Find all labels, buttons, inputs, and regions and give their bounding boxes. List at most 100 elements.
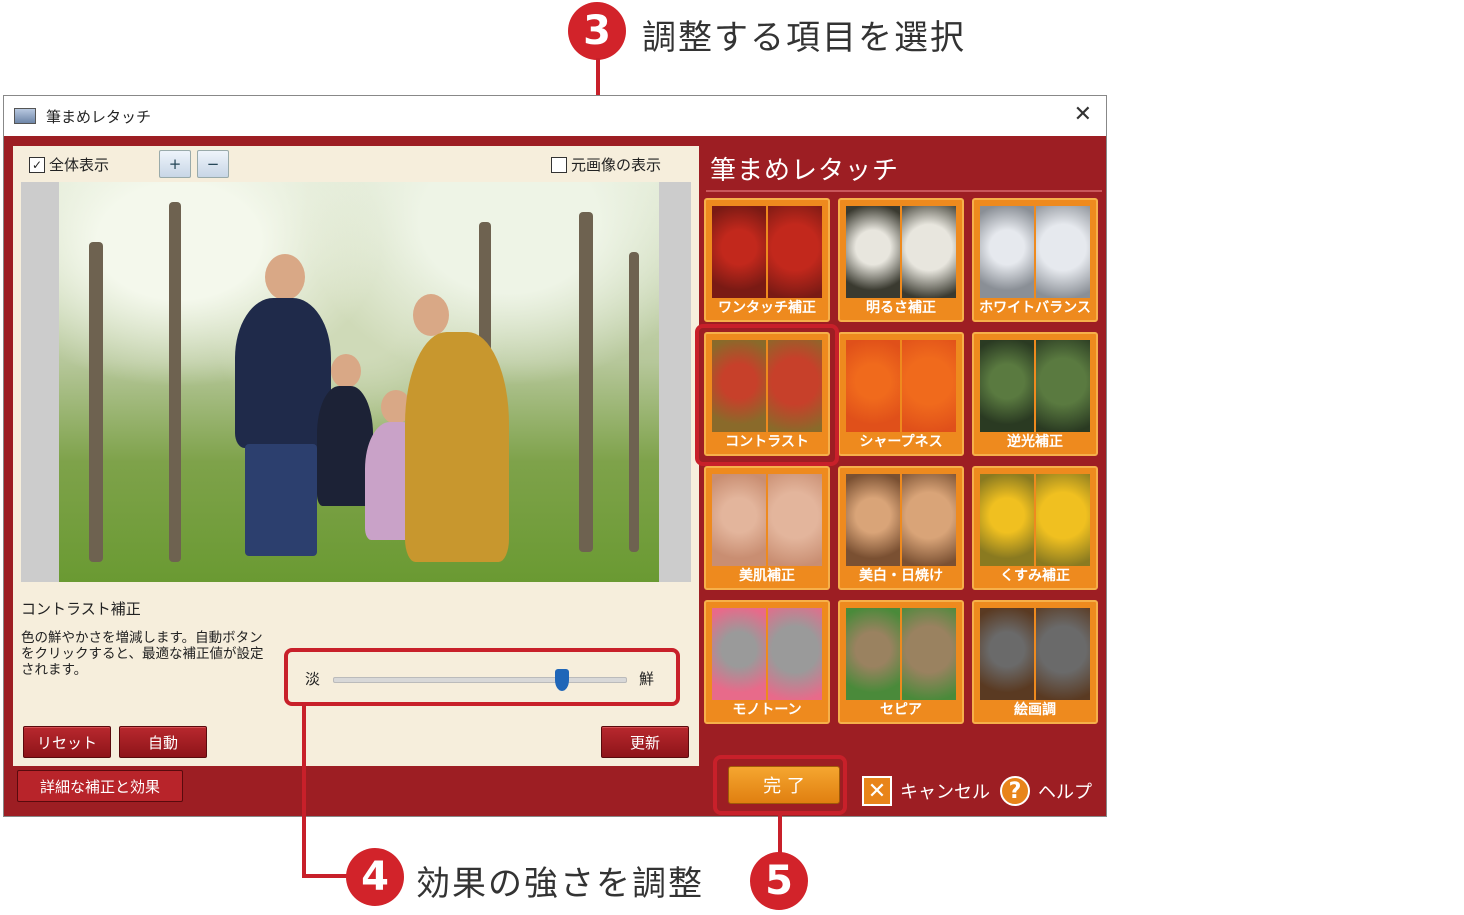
title-divider [706, 190, 1102, 192]
zoom-in-icon: + [168, 155, 182, 173]
sunflower-thumb-icon [980, 474, 1090, 566]
tile-label: 美白・日焼け [859, 568, 943, 584]
zoom-in-button[interactable]: + [159, 150, 191, 178]
callout-3-number: 3 [568, 2, 626, 60]
zoom-out-icon: − [206, 155, 220, 173]
app-icon [14, 108, 36, 124]
detail-effects-button[interactable]: 詳細な補正と効果 [17, 770, 183, 802]
show-original-label: 元画像の表示 [571, 156, 662, 174]
correction-description: 色の鮮やかさを増減します。自動ボタンをクリックすると、最適な補正値が設定されます… [21, 630, 264, 678]
thumb-after [902, 340, 956, 432]
person-head [413, 294, 449, 336]
help-label: ヘルプ [1038, 782, 1092, 803]
tile-label: 絵画調 [1014, 702, 1056, 718]
strawberry-thumb-icon [712, 206, 822, 298]
tile-label: 逆光補正 [1007, 434, 1063, 450]
tile-sunflower[interactable]: くすみ補正 [972, 466, 1098, 590]
tile-boy-face[interactable]: 美白・日焼け [838, 466, 964, 590]
callout-5-leader-v [778, 815, 782, 855]
photo-preview-area [21, 182, 691, 582]
show-original-checkbox[interactable]: 元画像の表示 [551, 154, 661, 175]
tile-label: ワンタッチ補正 [718, 300, 816, 316]
thumb-before [846, 474, 900, 566]
tile-label: モノトーン [732, 702, 802, 718]
thumb-before [846, 340, 900, 432]
tree-trunk [169, 202, 181, 562]
tree-trunk [89, 242, 103, 562]
window-title: 筆まめレタッチ [46, 107, 152, 126]
correction-title: コントラスト補正 [21, 600, 141, 618]
checkbox-checked-icon: ✓ [29, 156, 45, 173]
callout-4-number: 4 [346, 848, 404, 906]
tile-waterwheel[interactable]: 絵画調 [972, 600, 1098, 724]
thumb-after [902, 608, 956, 700]
cancel-button[interactable]: ✕ キャンセル [862, 776, 990, 806]
update-button[interactable]: 更新 [601, 726, 689, 758]
thumb-before [846, 206, 900, 298]
leaf-thumb-icon [980, 340, 1090, 432]
callout-3-text: 調整する項目を選択 [642, 18, 966, 58]
help-button[interactable]: ? ヘルプ [1000, 776, 1092, 806]
show-all-label: 全体表示 [49, 156, 110, 174]
woman-face-thumb-icon [712, 474, 822, 566]
tile-label: ホワイトバランス [979, 300, 1091, 316]
bouquet-thumb-icon [712, 608, 822, 700]
person-father-legs [245, 444, 317, 556]
close-icon[interactable]: ✕ [1074, 102, 1092, 127]
tile-bouquet[interactable]: モノトーン [704, 600, 830, 724]
thumb-before [846, 608, 900, 700]
done-button-highlight [713, 755, 847, 815]
tile-woman-face[interactable]: 美肌補正 [704, 466, 830, 590]
family-photo [59, 182, 659, 582]
help-icon: ? [1000, 776, 1030, 806]
tree-trunk [629, 252, 639, 552]
flower-thumb-icon [846, 206, 956, 298]
auto-button[interactable]: 自動 [119, 726, 207, 758]
tree-trunk [579, 212, 593, 552]
title-bar: 筆まめレタッチ ✕ [4, 96, 1106, 136]
tile-label: シャープネス [859, 434, 943, 450]
thumb-after [1036, 206, 1090, 298]
snow-thumb-icon [980, 206, 1090, 298]
person-head [265, 254, 305, 300]
thumb-before [980, 608, 1034, 700]
thumb-before [712, 608, 766, 700]
thumb-after [768, 474, 822, 566]
tile-leaf[interactable]: 逆光補正 [972, 332, 1098, 456]
show-all-checkbox[interactable]: ✓ 全体表示 [29, 154, 109, 175]
thumb-after [1036, 474, 1090, 566]
person-mother [405, 332, 509, 562]
tile-label: くすみ補正 [1000, 568, 1070, 584]
thumb-after [902, 206, 956, 298]
thumb-before [712, 206, 766, 298]
callout-5-number: 5 [750, 852, 808, 910]
tile-orange-flower[interactable]: シャープネス [838, 332, 964, 456]
tile-label: 明るさ補正 [866, 300, 936, 316]
callout-4-text: 効果の強さを調整 [416, 864, 704, 904]
zoom-out-button[interactable]: − [197, 150, 229, 178]
tile-strawberry[interactable]: ワンタッチ補正 [704, 198, 830, 322]
palm-thumb-icon [846, 608, 956, 700]
tile-snow[interactable]: ホワイトバランス [972, 198, 1098, 322]
callout-4-leader-h [302, 874, 348, 878]
waterwheel-thumb-icon [980, 608, 1090, 700]
thumb-before [980, 474, 1034, 566]
tile-label: セピア [880, 702, 922, 718]
orange-flower-thumb-icon [846, 340, 956, 432]
tile-label: 美肌補正 [739, 568, 795, 584]
cancel-x-icon: ✕ [862, 776, 892, 806]
slider-highlight [284, 648, 680, 706]
cancel-label: キャンセル [900, 782, 990, 803]
contrast-tile-highlight [695, 324, 839, 466]
thumb-before [712, 474, 766, 566]
tile-palm[interactable]: セピア [838, 600, 964, 724]
panel-title: 筆まめレタッチ [710, 156, 900, 186]
callout-4-leader-v [302, 706, 306, 878]
reset-button[interactable]: リセット [23, 726, 111, 758]
person-head [331, 354, 361, 388]
tile-flower[interactable]: 明るさ補正 [838, 198, 964, 322]
thumb-after [768, 206, 822, 298]
thumb-before [980, 206, 1034, 298]
boy-face-thumb-icon [846, 474, 956, 566]
thumb-before [980, 340, 1034, 432]
